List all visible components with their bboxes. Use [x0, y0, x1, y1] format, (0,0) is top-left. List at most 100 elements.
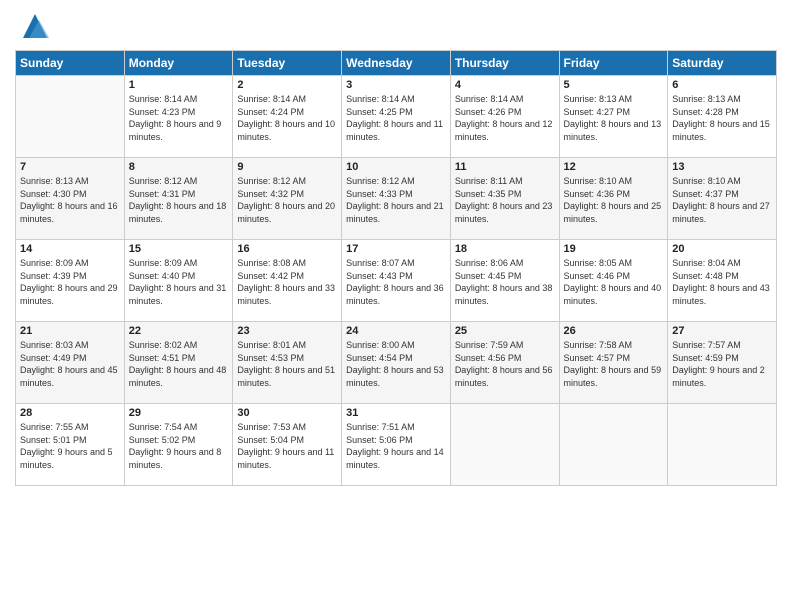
day-number: 21: [20, 325, 120, 337]
sunset-time: Sunset: 4:49 PM: [20, 352, 120, 365]
calendar-cell: 9Sunrise: 8:12 AMSunset: 4:32 PMDaylight…: [233, 158, 342, 240]
cell-info: Sunrise: 8:06 AMSunset: 4:45 PMDaylight:…: [455, 257, 555, 307]
day-number: 23: [237, 325, 337, 337]
daylight-hours: Daylight: 8 hours and 51 minutes.: [237, 364, 337, 389]
cell-info: Sunrise: 8:14 AMSunset: 4:24 PMDaylight:…: [237, 93, 337, 143]
daylight-hours: Daylight: 8 hours and 18 minutes.: [129, 200, 229, 225]
sunset-time: Sunset: 5:02 PM: [129, 434, 229, 447]
sunset-time: Sunset: 4:37 PM: [672, 188, 772, 201]
calendar-cell: 2Sunrise: 8:14 AMSunset: 4:24 PMDaylight…: [233, 76, 342, 158]
cell-info: Sunrise: 8:00 AMSunset: 4:54 PMDaylight:…: [346, 339, 446, 389]
sunrise-time: Sunrise: 8:00 AM: [346, 339, 446, 352]
daylight-hours: Daylight: 8 hours and 40 minutes.: [564, 282, 664, 307]
day-number: 26: [564, 325, 664, 337]
sunset-time: Sunset: 5:04 PM: [237, 434, 337, 447]
sunset-time: Sunset: 5:06 PM: [346, 434, 446, 447]
day-number: 18: [455, 243, 555, 255]
calendar-cell: 7Sunrise: 8:13 AMSunset: 4:30 PMDaylight…: [16, 158, 125, 240]
day-number: 22: [129, 325, 229, 337]
calendar-cell: 25Sunrise: 7:59 AMSunset: 4:56 PMDayligh…: [450, 322, 559, 404]
daylight-hours: Daylight: 8 hours and 21 minutes.: [346, 200, 446, 225]
day-number: 1: [129, 79, 229, 91]
day-number: 13: [672, 161, 772, 173]
calendar-cell: 28Sunrise: 7:55 AMSunset: 5:01 PMDayligh…: [16, 404, 125, 486]
cell-info: Sunrise: 8:10 AMSunset: 4:37 PMDaylight:…: [672, 175, 772, 225]
daylight-hours: Daylight: 8 hours and 43 minutes.: [672, 282, 772, 307]
calendar-cell: 27Sunrise: 7:57 AMSunset: 4:59 PMDayligh…: [668, 322, 777, 404]
sunset-time: Sunset: 4:57 PM: [564, 352, 664, 365]
cell-info: Sunrise: 8:10 AMSunset: 4:36 PMDaylight:…: [564, 175, 664, 225]
day-number: 10: [346, 161, 446, 173]
day-header-sunday: Sunday: [16, 51, 125, 76]
sunrise-time: Sunrise: 8:14 AM: [237, 93, 337, 106]
calendar-table: SundayMondayTuesdayWednesdayThursdayFrid…: [15, 50, 777, 486]
sunrise-time: Sunrise: 7:59 AM: [455, 339, 555, 352]
calendar-cell: 20Sunrise: 8:04 AMSunset: 4:48 PMDayligh…: [668, 240, 777, 322]
cell-info: Sunrise: 7:59 AMSunset: 4:56 PMDaylight:…: [455, 339, 555, 389]
day-number: 29: [129, 407, 229, 419]
daylight-hours: Daylight: 8 hours and 33 minutes.: [237, 282, 337, 307]
calendar-cell: [16, 76, 125, 158]
calendar-cell: 3Sunrise: 8:14 AMSunset: 4:25 PMDaylight…: [342, 76, 451, 158]
sunset-time: Sunset: 4:30 PM: [20, 188, 120, 201]
daylight-hours: Daylight: 8 hours and 45 minutes.: [20, 364, 120, 389]
day-number: 30: [237, 407, 337, 419]
week-row-4: 21Sunrise: 8:03 AMSunset: 4:49 PMDayligh…: [16, 322, 777, 404]
sunset-time: Sunset: 4:39 PM: [20, 270, 120, 283]
day-number: 8: [129, 161, 229, 173]
daylight-hours: Daylight: 8 hours and 13 minutes.: [564, 118, 664, 143]
sunrise-time: Sunrise: 8:13 AM: [20, 175, 120, 188]
day-number: 19: [564, 243, 664, 255]
daylight-hours: Daylight: 9 hours and 14 minutes.: [346, 446, 446, 471]
cell-info: Sunrise: 8:11 AMSunset: 4:35 PMDaylight:…: [455, 175, 555, 225]
cell-info: Sunrise: 8:08 AMSunset: 4:42 PMDaylight:…: [237, 257, 337, 307]
cell-info: Sunrise: 8:12 AMSunset: 4:32 PMDaylight:…: [237, 175, 337, 225]
daylight-hours: Daylight: 8 hours and 15 minutes.: [672, 118, 772, 143]
day-number: 17: [346, 243, 446, 255]
cell-info: Sunrise: 8:09 AMSunset: 4:40 PMDaylight:…: [129, 257, 229, 307]
logo: [15, 10, 51, 42]
sunset-time: Sunset: 4:27 PM: [564, 106, 664, 119]
cell-info: Sunrise: 8:07 AMSunset: 4:43 PMDaylight:…: [346, 257, 446, 307]
daylight-hours: Daylight: 8 hours and 36 minutes.: [346, 282, 446, 307]
daylight-hours: Daylight: 8 hours and 56 minutes.: [455, 364, 555, 389]
calendar-cell: 16Sunrise: 8:08 AMSunset: 4:42 PMDayligh…: [233, 240, 342, 322]
day-header-friday: Friday: [559, 51, 668, 76]
calendar-cell: 18 Sunrise: 8:06 AMSunset: 4:45 PMDayligh…: [450, 240, 559, 322]
sunset-time: Sunset: 4:59 PM: [672, 352, 772, 365]
cell-info: Sunrise: 8:13 AMSunset: 4:30 PMDaylight:…: [20, 175, 120, 225]
sunrise-time: Sunrise: 8:12 AM: [237, 175, 337, 188]
sunset-time: Sunset: 4:24 PM: [237, 106, 337, 119]
cell-info: Sunrise: 7:51 AMSunset: 5:06 PMDaylight:…: [346, 421, 446, 471]
day-number: 4: [455, 79, 555, 91]
page-container: SundayMondayTuesdayWednesdayThursdayFrid…: [0, 0, 792, 496]
cell-info: Sunrise: 8:02 AMSunset: 4:51 PMDaylight:…: [129, 339, 229, 389]
daylight-hours: Daylight: 8 hours and 29 minutes.: [20, 282, 120, 307]
day-number: 6: [672, 79, 772, 91]
daylight-hours: Daylight: 9 hours and 5 minutes.: [20, 446, 120, 471]
day-header-thursday: Thursday: [450, 51, 559, 76]
sunset-time: Sunset: 5:01 PM: [20, 434, 120, 447]
sunrise-time: Sunrise: 8:14 AM: [455, 93, 555, 106]
sunrise-time: Sunrise: 8:12 AM: [129, 175, 229, 188]
day-number: 11: [455, 161, 555, 173]
cell-info: Sunrise: 7:57 AMSunset: 4:59 PMDaylight:…: [672, 339, 772, 389]
day-number: 20: [672, 243, 772, 255]
sunrise-time: Sunrise: 7:55 AM: [20, 421, 120, 434]
week-row-2: 7Sunrise: 8:13 AMSunset: 4:30 PMDaylight…: [16, 158, 777, 240]
sunset-time: Sunset: 4:56 PM: [455, 352, 555, 365]
daylight-hours: Daylight: 8 hours and 10 minutes.: [237, 118, 337, 143]
sunset-time: Sunset: 4:32 PM: [237, 188, 337, 201]
sunset-time: Sunset: 4:26 PM: [455, 106, 555, 119]
calendar-cell: 11 Sunrise: 8:11 AMSunset: 4:35 PMDayligh…: [450, 158, 559, 240]
sunset-time: Sunset: 4:46 PM: [564, 270, 664, 283]
calendar-cell: 19 Sunrise: 8:05 AMSunset: 4:46 PMDayligh…: [559, 240, 668, 322]
sunrise-time: Sunrise: 7:57 AM: [672, 339, 772, 352]
cell-info: Sunrise: 8:05 AMSunset: 4:46 PMDaylight:…: [564, 257, 664, 307]
calendar-cell: 1Sunrise: 8:14 AMSunset: 4:23 PMDaylight…: [124, 76, 233, 158]
calendar-cell: 26Sunrise: 7:58 AMSunset: 4:57 PMDayligh…: [559, 322, 668, 404]
sunset-time: Sunset: 4:40 PM: [129, 270, 229, 283]
calendar-cell: 14Sunrise: 8:09 AMSunset: 4:39 PMDayligh…: [16, 240, 125, 322]
daylight-hours: Daylight: 8 hours and 38 minutes.: [455, 282, 555, 307]
cell-info: Sunrise: 8:12 AMSunset: 4:31 PMDaylight:…: [129, 175, 229, 225]
